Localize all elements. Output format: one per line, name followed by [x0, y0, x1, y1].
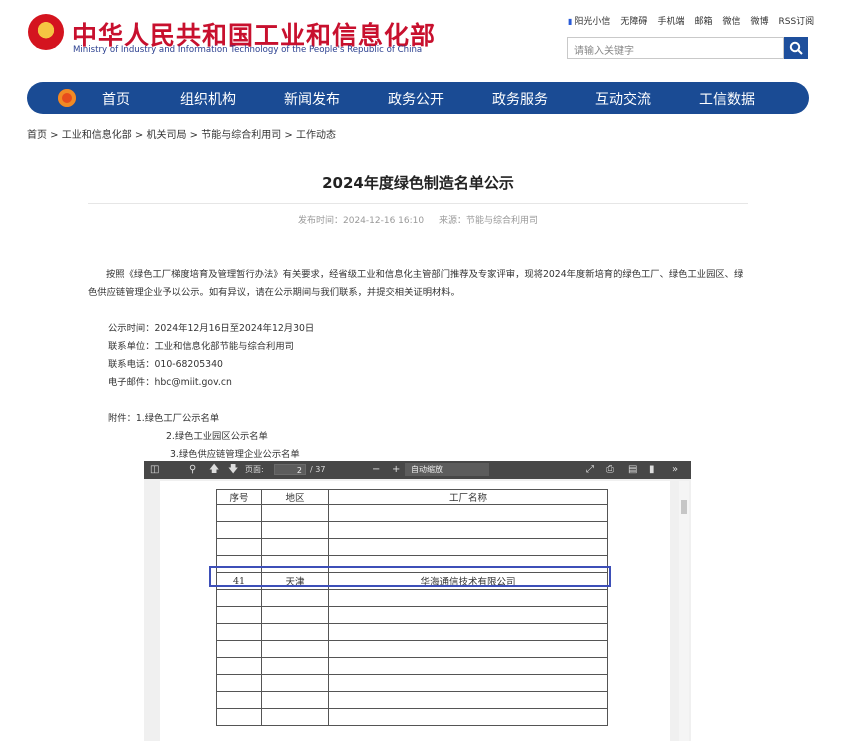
table-row-blurred — [216, 674, 608, 692]
top-link-sunshine[interactable]: 阳光小信 — [568, 14, 610, 27]
nav-services[interactable]: 政务服务 — [492, 89, 548, 109]
page-number-input[interactable]: 2 — [274, 464, 306, 475]
article-body: 按照《绿色工厂梯度培育及管理暂行办法》有关要求，经省级工业和信息化主管部门推荐及… — [88, 269, 744, 298]
nav-data[interactable]: 工信数据 — [699, 89, 755, 109]
bookmark-icon[interactable]: ▮ — [649, 464, 655, 476]
article-source: 来源：节能与综合利用司 — [438, 216, 538, 226]
page-total: / 37 — [310, 465, 326, 474]
table-row-blurred — [216, 708, 608, 726]
top-link-rss[interactable]: RSS订阅 — [779, 14, 815, 27]
top-link-weibo[interactable]: 微博 — [750, 14, 768, 27]
col-header-region: 地区 — [261, 489, 329, 505]
table-row-blurred — [216, 657, 608, 675]
attachment-3[interactable]: 3.绿色供应链管理企业公示名单 — [170, 446, 300, 460]
top-links: 阳光小信 无障碍 手机端 邮箱 微信 微博 RSS订阅 — [568, 14, 814, 27]
nav-interaction[interactable]: 互动交流 — [595, 89, 651, 109]
info-phone: 联系电话：010-68205340 — [108, 359, 223, 370]
table-row-blurred — [216, 623, 608, 641]
article-meta: 发布时间：2024-12-16 16:10 来源：节能与综合利用司 — [0, 213, 836, 226]
col-header-no: 序号 — [216, 489, 262, 505]
national-emblem-logo — [28, 14, 64, 50]
download-icon[interactable]: ▤ — [628, 464, 637, 476]
table-header-row: 序号 地区 工厂名称 — [216, 489, 608, 505]
page-up-icon[interactable]: 🡅 — [209, 464, 219, 476]
col-header-factory: 工厂名称 — [328, 489, 608, 505]
print-icon[interactable]: ⎙ — [606, 464, 614, 476]
pdf-scrollbar-thumb[interactable] — [681, 500, 687, 514]
info-period: 公示时间：2024年12月16日至2024年12月30日 — [108, 323, 315, 334]
highlight-box — [209, 566, 611, 587]
table-row-blurred — [216, 589, 608, 607]
pdf-scrollbar[interactable] — [679, 481, 689, 741]
nav-government-affairs[interactable]: 政务公开 — [388, 89, 444, 109]
attachment-1[interactable]: 附件：1.绿色工厂公示名单 — [108, 410, 219, 424]
nav-logo-icon[interactable] — [58, 89, 76, 107]
page-down-icon[interactable]: 🡇 — [228, 464, 238, 476]
top-link-mobile[interactable]: 手机端 — [657, 14, 684, 27]
page-label: 页面: — [245, 465, 264, 474]
attachment-2[interactable]: 2.绿色工业园区公示名单 — [166, 428, 268, 442]
zoom-in-icon[interactable]: + — [392, 464, 400, 476]
table-row-blurred — [216, 640, 608, 658]
search-input[interactable]: 请输入关键字 — [567, 37, 784, 59]
table-row-blurred — [216, 504, 608, 522]
info-unit: 联系单位：工业和信息化部节能与综合利用司 — [108, 341, 294, 352]
site-subtitle: Ministry of Industry and Information Tec… — [73, 45, 423, 55]
zoom-select[interactable]: 自动缩放 — [405, 463, 489, 476]
nav-organization[interactable]: 组织机构 — [180, 89, 236, 109]
search-button[interactable] — [784, 37, 808, 59]
search-icon — [789, 41, 803, 55]
title-divider — [88, 203, 748, 204]
top-link-mail[interactable]: 邮箱 — [694, 14, 712, 27]
top-link-wechat[interactable]: 微信 — [722, 14, 740, 27]
table-row-blurred — [216, 691, 608, 709]
nav-news[interactable]: 新闻发布 — [284, 89, 340, 109]
info-email: 电子邮件：hbc@miit.gov.cn — [108, 377, 232, 388]
zoom-out-icon[interactable]: − — [372, 464, 380, 476]
article-title: 2024年度绿色制造名单公示 — [322, 174, 514, 192]
publish-time: 发布时间：2024-12-16 16:10 — [298, 216, 425, 226]
breadcrumb[interactable]: 首页 > 工业和信息化部 > 机关司局 > 节能与综合利用司 > 工作动态 — [27, 126, 336, 141]
presentation-mode-icon[interactable]: ⤢ — [586, 464, 594, 476]
tools-icon[interactable]: » — [672, 464, 678, 476]
table-row-blurred — [216, 606, 608, 624]
sidebar-toggle-icon[interactable]: ◫ — [150, 464, 159, 476]
find-icon[interactable]: ⚲ — [189, 464, 196, 476]
factory-table: 序号 地区 工厂名称 41 天津 华海通信技术有限公司 — [216, 489, 608, 726]
top-link-accessibility[interactable]: 无障碍 — [620, 14, 647, 27]
table-row-blurred — [216, 521, 608, 539]
table-row-blurred — [216, 538, 608, 556]
nav-home[interactable]: 首页 — [102, 89, 130, 109]
